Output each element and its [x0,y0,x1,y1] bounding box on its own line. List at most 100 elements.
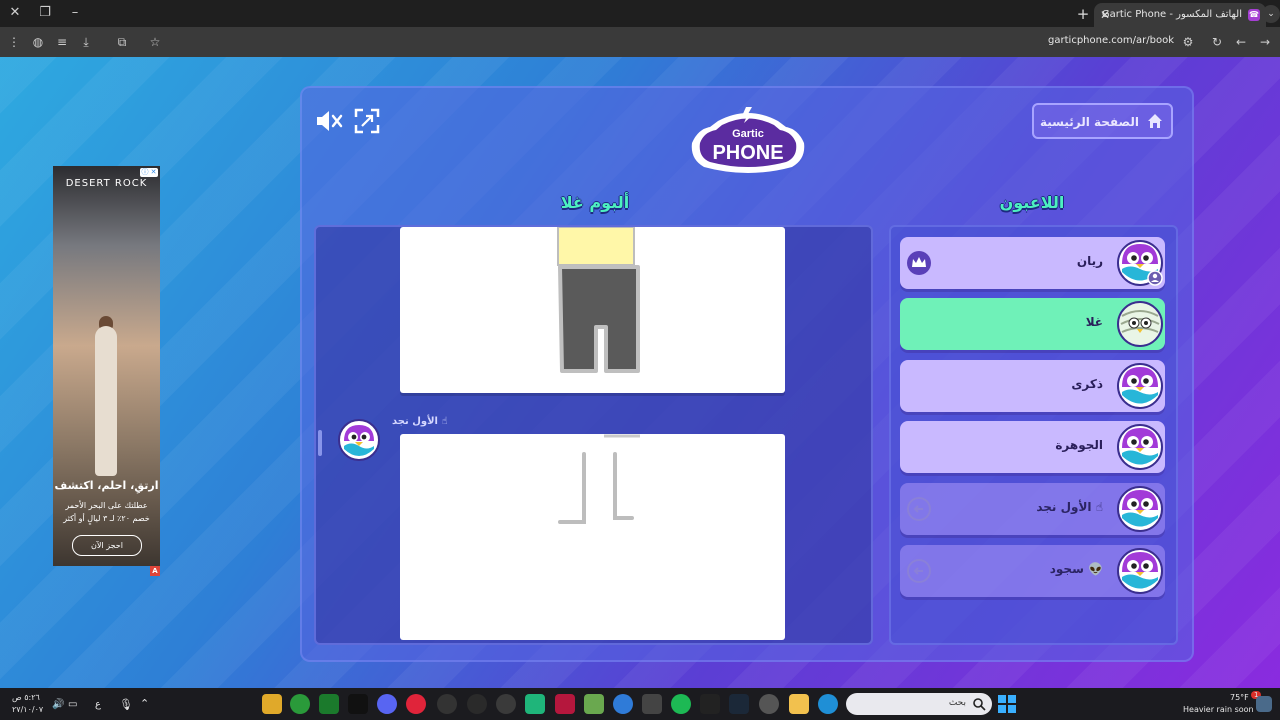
app-icon[interactable] [262,694,282,714]
windows-start-icon[interactable] [997,694,1017,714]
player-row: الجوهرة [900,421,1165,473]
new-tab-button[interactable]: + [1072,3,1094,25]
edge-icon[interactable] [818,694,838,714]
input-language[interactable]: ع [95,699,101,710]
reload-icon[interactable]: ↻ [1208,33,1226,51]
player-row: ذكرى [900,360,1165,412]
drawing-pants [557,226,640,373]
xbox-icon[interactable] [290,694,310,714]
mute-icon[interactable] [314,107,344,135]
player-name: الأول نجد ☝ [1036,500,1103,514]
capcut-icon[interactable] [700,694,720,714]
home-button-label: الصفحة الرئيسية [1039,115,1139,129]
player-left-icon [907,497,931,521]
extensions-icon[interactable]: ⧉ [113,33,131,51]
settings-icon[interactable] [759,694,779,714]
bookmark-star-icon[interactable]: ☆ [146,33,164,51]
home-button[interactable]: الصفحة الرئيسية [1032,103,1173,139]
player-name: ذكرى [1071,377,1103,391]
app-icon[interactable] [437,694,457,714]
tab-search-icon[interactable]: ⌄ [1262,5,1280,23]
browser-tab[interactable]: ✕ Gartic Phone - الهاتف المكسور ☎ [1094,3,1266,27]
player-avatar [1117,424,1163,470]
album-scrollbar[interactable] [318,430,322,456]
fullscreen-icon[interactable] [352,107,382,135]
drawing-card [400,434,785,640]
sync-icon[interactable] [467,694,487,714]
weather-desc[interactable]: Heavier rain soon [1183,705,1254,714]
drawing-legs [558,434,640,524]
restore-window-icon[interactable]: ❐ [35,4,55,22]
ad-badge-icon: A [150,566,160,576]
tab-title: Gartic Phone - الهاتف المكسور [1101,9,1242,20]
xbox-app-icon[interactable] [319,694,339,714]
address-bar: ⋮ ◍ ≡ ⤓ ⧉ ☆ garticphone.com/ar/book ⚙ ↻ … [0,27,1280,57]
windows-taskbar: ٥:٢٦ ص ٢٧/١٠/٠٧ 🔊 ▭ ع 🎙 ⌃ بحث 75°F Heavi… [0,688,1280,720]
weather-icon[interactable] [1256,696,1272,712]
player-name: سجود 👽 [1049,562,1103,576]
app-icon[interactable] [671,694,691,714]
site-settings-icon[interactable]: ⚙ [1179,33,1197,51]
microphone-icon[interactable]: 🎙 [119,698,133,711]
minimize-window-icon[interactable]: – [65,4,85,22]
ad-banner[interactable]: ⓘ ✕ DESERT ROCK ارتقِ، احلم، اكتشف عطلتك… [53,166,160,566]
clock-time[interactable]: ٥:٢٦ ص [12,693,40,702]
discord-icon[interactable] [377,694,397,714]
network-icon[interactable]: ▭ [68,699,77,710]
svg-text:PHONE: PHONE [712,142,783,164]
minecraft-icon[interactable] [584,694,604,714]
weather-temp[interactable]: 75°F [1230,693,1249,702]
gartic-phone-logo: Gartic PHONE [691,107,805,173]
volume-icon[interactable]: 🔊 [52,699,64,710]
forward-icon[interactable]: ← [1232,33,1250,51]
author-avatar [338,419,380,461]
players-title: اللاعبون [999,193,1065,212]
search-icon [973,698,986,711]
player-avatar [1117,548,1163,594]
player-name: غلا [1085,315,1103,329]
back-icon[interactable]: → [1256,33,1274,51]
player-avatar [1117,486,1163,532]
player-avatar [1117,240,1163,286]
download-icon[interactable]: ⤓ [77,33,95,51]
chrome-icon[interactable] [613,694,633,714]
host-crown-icon [907,251,931,275]
ad-headline: ارتقِ، احلم، اكتشف [54,479,159,492]
player-left-icon [907,559,931,583]
ad-cta-button[interactable]: احجز الآن [72,535,142,556]
ad-brand: DESERT ROCK [65,178,148,189]
chatgpt-icon[interactable] [496,694,516,714]
drawing-card [400,226,785,393]
player-row: غلا [900,298,1165,350]
player-avatar [1117,363,1163,409]
taskbar-search-input[interactable]: بحث [846,693,992,715]
player-avatar [1117,301,1163,347]
file-explorer-icon[interactable] [789,694,809,714]
browser-tab-bar: ✕ ❐ – + ✕ Gartic Phone - الهاتف المكسور … [0,0,1280,27]
album-author-name: الأول نجد ☝ [392,416,448,427]
clock-date[interactable]: ٢٧/١٠/٠٧ [12,705,43,714]
menu-dots-icon[interactable]: ⋮ [5,33,23,51]
app-icon[interactable] [525,694,545,714]
adobe-icon[interactable] [555,694,575,714]
player-name: ريان [1076,254,1103,268]
steam-icon[interactable] [729,694,749,714]
media-app-icon[interactable] [406,694,426,714]
home-icon [1148,114,1162,128]
reading-list-icon[interactable]: ≡ [53,33,71,51]
adchoices-icon[interactable]: ⓘ ✕ [140,168,158,177]
tiktok-icon[interactable] [348,694,368,714]
profile-icon[interactable]: ◍ [29,33,47,51]
ad-subtext: عطلتك على البحر الأحمر خصم ٢٠٪ لـ ٣ ليال… [63,501,150,523]
ad-person-image [95,326,117,476]
player-row: ريان [900,237,1165,289]
search-placeholder: بحث [948,698,966,708]
player-name: الجوهرة [1055,438,1103,452]
url-text[interactable]: garticphone.com/ar/book [1048,35,1174,46]
player-row: الأول نجد ☝ [900,483,1165,535]
close-window-icon[interactable]: ✕ [5,4,25,22]
tray-chevron-icon[interactable]: ⌃ [140,697,149,710]
player-row: سجود 👽 [900,545,1165,597]
phone-favicon-icon: ☎ [1248,9,1260,21]
app-icon[interactable] [642,694,662,714]
